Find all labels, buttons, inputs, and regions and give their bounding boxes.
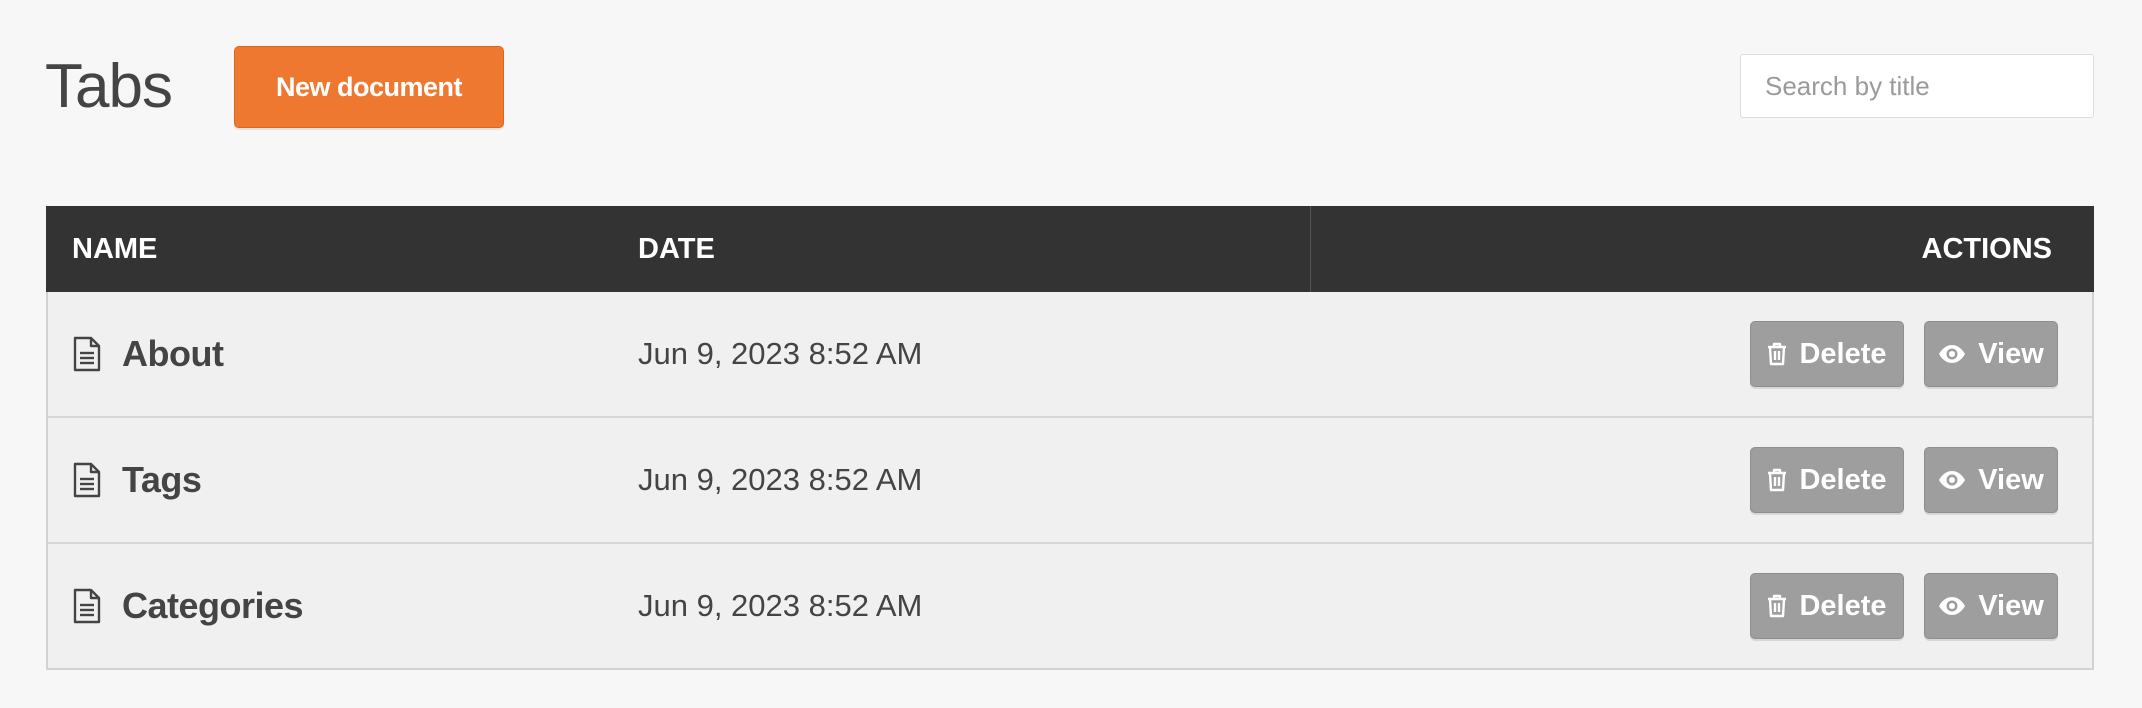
view-button-label: View <box>1978 463 2044 496</box>
delete-button[interactable]: Delete <box>1750 573 1904 639</box>
delete-button-label: Delete <box>1799 463 1887 496</box>
view-button[interactable]: View <box>1924 321 2058 387</box>
trash-icon <box>1767 594 1787 618</box>
view-button[interactable]: View <box>1924 447 2058 513</box>
document-icon <box>72 336 102 372</box>
view-button-label: View <box>1978 337 2044 370</box>
table-body: About Jun 9, 2023 8:52 AM Delete View Ta… <box>46 292 2094 670</box>
table-row: Tags Jun 9, 2023 8:52 AM Delete View <box>48 416 2092 542</box>
document-date: Jun 9, 2023 8:52 AM <box>638 336 923 371</box>
delete-button-label: Delete <box>1799 589 1887 622</box>
trash-icon <box>1767 468 1787 492</box>
delete-button[interactable]: Delete <box>1750 447 1904 513</box>
view-button[interactable]: View <box>1924 573 2058 639</box>
delete-button[interactable]: Delete <box>1750 321 1904 387</box>
table-header: NAME DATE ACTIONS <box>46 206 2094 292</box>
delete-button-label: Delete <box>1799 337 1887 370</box>
column-header-actions: ACTIONS <box>1921 233 2053 265</box>
document-name[interactable]: Tags <box>122 459 202 501</box>
document-name[interactable]: Categories <box>122 585 304 627</box>
table-row: Categories Jun 9, 2023 8:52 AM Delete Vi… <box>48 542 2092 668</box>
eye-icon <box>1938 344 1966 364</box>
document-icon <box>72 588 102 624</box>
document-date: Jun 9, 2023 8:52 AM <box>638 588 923 623</box>
eye-icon <box>1938 596 1966 616</box>
column-header-date: DATE <box>638 233 715 265</box>
document-date: Jun 9, 2023 8:52 AM <box>638 462 923 497</box>
view-button-label: View <box>1978 589 2044 622</box>
document-icon <box>72 462 102 498</box>
search-input[interactable] <box>1740 54 2094 118</box>
page-title: Tabs <box>45 52 173 121</box>
documents-page: Tabs New document NAME DATE ACTIONS <box>0 0 2142 708</box>
eye-icon <box>1938 470 1966 490</box>
new-document-button[interactable]: New document <box>234 46 504 128</box>
documents-table: NAME DATE ACTIONS About Jun 9, 2023 8:52 <box>46 206 2094 670</box>
trash-icon <box>1767 342 1787 366</box>
table-row: About Jun 9, 2023 8:52 AM Delete View <box>48 292 2092 416</box>
document-name[interactable]: About <box>122 333 224 375</box>
column-header-name: NAME <box>72 233 158 265</box>
header-divider <box>1310 206 1311 292</box>
